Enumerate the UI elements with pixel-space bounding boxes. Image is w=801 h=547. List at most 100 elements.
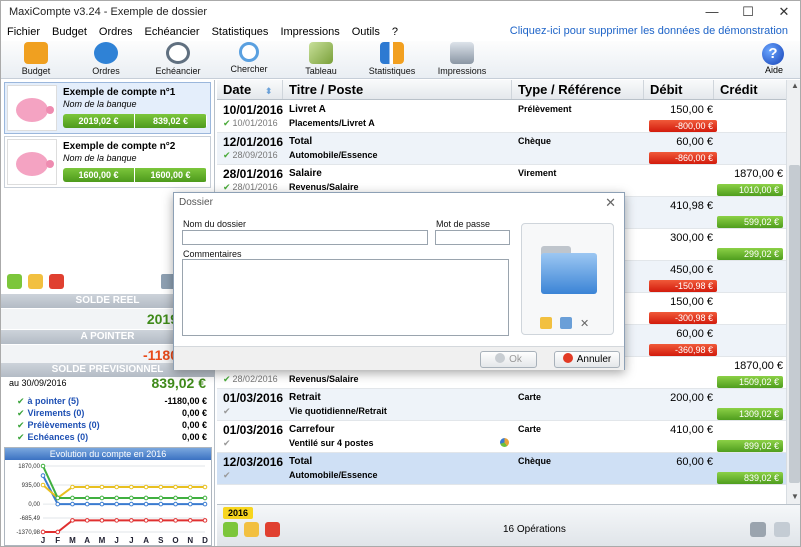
comments-textarea[interactable] (182, 259, 509, 336)
chart-point (187, 484, 193, 490)
load-image-icon[interactable] (540, 317, 552, 329)
schedules-row[interactable]: Echéances (0) 0,00 € (17, 432, 207, 443)
delete-account-icon[interactable] (49, 274, 64, 289)
toolbar-echeancier-button[interactable]: Echéancier (148, 42, 208, 76)
toolbar-impressions-button[interactable]: Impressions (432, 42, 492, 76)
row-value-date (223, 406, 233, 417)
header-credit[interactable]: Crédit (714, 80, 786, 99)
cancel-button[interactable]: Annuler (554, 351, 620, 368)
row-debit: 150,00 € (670, 104, 713, 116)
menu-bar: Fichier Budget Ordres Echéancier Statist… (1, 23, 800, 41)
table-row[interactable]: 01/03/2016 Retrait Vie quotidienne/Retrai… (217, 389, 786, 421)
account-card-1[interactable]: Exemple de compte n°1 Nom de la banque 2… (4, 82, 211, 134)
row-date: 10/01/2016 (223, 103, 284, 117)
toolbar-chercher-button[interactable]: Chercher (219, 42, 279, 74)
sort-icon: ⬍ (264, 86, 273, 96)
header-type[interactable]: Type / Référence (512, 80, 644, 99)
row-debit: 200,00 € (670, 392, 713, 404)
chart-x-tick: M (99, 536, 106, 545)
menu-ordres[interactable]: Ordres (93, 26, 139, 38)
chart-x-tick: D (202, 536, 208, 545)
chart-y-tick: 0,00 (28, 502, 40, 508)
remove-image-icon[interactable]: ✕ (580, 317, 592, 330)
menu-echeancier[interactable]: Echéancier (139, 26, 206, 38)
add-operation-icon[interactable] (223, 522, 238, 537)
row-type: Carte (518, 424, 542, 434)
year-tab[interactable]: 2016 (223, 507, 254, 519)
print-icon[interactable] (774, 522, 790, 537)
delete-demo-data-link[interactable]: Cliquez-ici pour supprimer les données d… (510, 25, 788, 37)
row-value-date: 28/02/2016 (223, 374, 278, 385)
menu-help[interactable]: ? (386, 26, 404, 38)
toolbar-statistiques-button[interactable]: Statistiques (362, 42, 422, 76)
header-debit[interactable]: Débit (644, 80, 714, 99)
menu-fichier[interactable]: Fichier (1, 26, 46, 38)
ok-button[interactable]: Ok (480, 351, 537, 368)
row-date: 28/01/2016 (223, 167, 284, 181)
account-balance-real: 2019,02 € (63, 114, 135, 128)
filter-icon[interactable] (750, 522, 766, 537)
row-running-balance: 899,02 € (717, 440, 783, 452)
chart-point (55, 495, 61, 501)
toolbar-help-button[interactable]: ? Aide (762, 43, 786, 75)
menu-budget[interactable]: Budget (46, 26, 93, 38)
close-button[interactable]: ✕ (766, 1, 800, 23)
password-input[interactable] (435, 230, 510, 245)
add-account-icon[interactable] (7, 274, 22, 289)
chart-point (70, 518, 75, 523)
table-row[interactable]: 12/01/201628/09/2016 Total Automobile/Esse… (217, 133, 786, 165)
folder-name-input[interactable] (182, 230, 428, 245)
chart-point (99, 501, 105, 507)
toolbar-tableau-button[interactable]: Tableau (291, 42, 351, 76)
vertical-scrollbar[interactable]: ▲ ▼ (786, 80, 800, 504)
edit-operation-icon[interactable] (244, 522, 259, 537)
row-value-date (223, 438, 233, 449)
row-title: Total (289, 136, 313, 147)
row-category: Vie quotidienne/Retrait (289, 406, 387, 416)
dialog-title: Dossier (179, 197, 213, 208)
chart-x-tick: A (84, 536, 90, 545)
scroll-down-icon[interactable]: ▼ (787, 492, 800, 501)
chart-point (158, 495, 164, 501)
toolbar-echeancier-label: Echéancier (155, 66, 201, 76)
account-balances: 1600,00 € 1600,00 € (63, 168, 207, 182)
chart-point (129, 484, 134, 490)
row-type: Chèque (518, 456, 552, 466)
folder-icon (541, 246, 597, 294)
table-row[interactable]: 01/03/2016 Carrefour Ventilé sur 4 postes… (217, 421, 786, 453)
transfers-row[interactable]: Virements (0) 0,00 € (17, 408, 207, 419)
toolbar-ordres-button[interactable]: Ordres (76, 42, 136, 76)
header-date[interactable]: Date ⬍ (217, 80, 283, 99)
toolbar-chercher-label: Chercher (230, 64, 268, 74)
minimize-button[interactable]: — (694, 1, 730, 23)
menu-impressions[interactable]: Impressions (274, 26, 345, 38)
toolbar-budget-button[interactable]: Budget (6, 42, 66, 76)
edit-account-icon[interactable] (28, 274, 43, 289)
row-date: 12/01/2016 (223, 135, 284, 149)
row-type: Prélèvement (518, 104, 572, 114)
maximize-button[interactable]: ☐ (730, 1, 766, 23)
chart-point (40, 529, 46, 535)
table-row[interactable]: 10/01/201610/01/2016 Livret A Placements/L… (217, 101, 786, 133)
chart-x-tick: M (69, 536, 76, 545)
pending-row[interactable]: à pointer (5) -1180,00 € (17, 396, 207, 407)
row-running-balance: 599,02 € (717, 216, 783, 228)
debits-row[interactable]: Prélèvements (0) 0,00 € (17, 420, 207, 431)
edit-image-icon[interactable] (560, 317, 572, 329)
row-title: Carrefour (289, 424, 335, 435)
account-card-2[interactable]: Exemple de compte n°2 Nom de la banque 1… (4, 136, 211, 188)
scroll-up-icon[interactable]: ▲ (787, 81, 800, 90)
chart-point (114, 501, 119, 507)
menu-outils[interactable]: Outils (346, 26, 386, 38)
table-row[interactable]: 12/03/2016 Total Automobile/Essence Chèque… (217, 453, 786, 485)
scrollbar-thumb[interactable] (789, 165, 800, 483)
delete-operation-icon[interactable] (265, 522, 280, 537)
chart-point (84, 501, 90, 507)
toolbar: Budget Ordres Echéancier Chercher Tablea… (1, 41, 800, 79)
menu-statistiques[interactable]: Statistiques (206, 26, 275, 38)
folder-dialog: Dossier ✕ Nom du dossier Mot de passe Co… (173, 192, 625, 370)
header-title[interactable]: Titre / Poste (283, 80, 512, 99)
chart-point (84, 484, 90, 490)
toolbar-tableau-label: Tableau (305, 66, 337, 76)
dialog-close-button[interactable]: ✕ (605, 195, 616, 211)
